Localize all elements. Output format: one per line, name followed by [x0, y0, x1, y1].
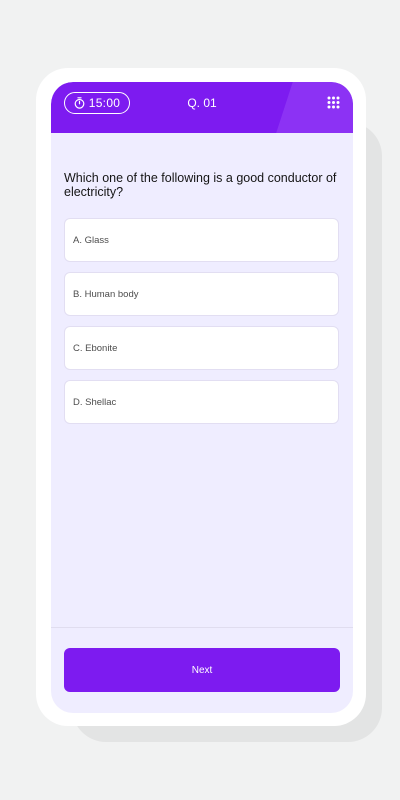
option-b[interactable]: B. Human body — [64, 272, 339, 316]
question-text: Which one of the following is a good con… — [64, 171, 337, 199]
option-label: D. Shellac — [73, 396, 117, 408]
option-c[interactable]: C. Ebonite — [64, 326, 339, 370]
page: 15:00 Q. 01 Which one of the following i… — [0, 0, 400, 800]
quiz-header: 15:00 Q. 01 — [51, 82, 353, 133]
option-label: B. Human body — [73, 288, 139, 300]
footer-divider — [51, 627, 353, 628]
grid-menu-icon[interactable] — [327, 96, 340, 109]
question-number: Q. 01 — [187, 96, 217, 110]
option-d[interactable]: D. Shellac — [64, 380, 339, 424]
option-label: C. Ebonite — [73, 342, 118, 354]
option-a[interactable]: A. Glass — [64, 218, 339, 262]
option-label: A. Glass — [73, 234, 109, 246]
next-button[interactable]: Next — [64, 648, 340, 692]
quiz-screen: 15:00 Q. 01 Which one of the following i… — [51, 82, 353, 713]
